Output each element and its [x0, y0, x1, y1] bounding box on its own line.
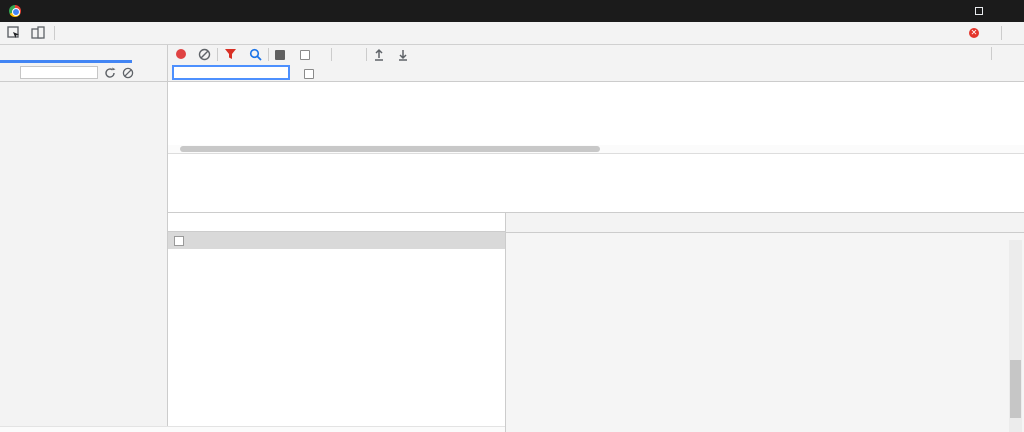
name-column-header[interactable]	[168, 213, 505, 232]
divider	[331, 48, 332, 61]
devtools-window: ✕	[0, 0, 1024, 432]
filter-bar	[168, 63, 1024, 82]
search-requests-icon[interactable]	[249, 48, 262, 61]
export-har-icon[interactable]	[397, 48, 409, 61]
toolbar-row-1	[0, 45, 1024, 63]
disable-cache-checkbox[interactable]	[300, 50, 310, 60]
clear-button[interactable]	[198, 48, 211, 61]
hide-data-urls-checkbox[interactable]	[304, 69, 314, 79]
error-icon: ✕	[969, 28, 979, 38]
inspect-element-icon[interactable]	[6, 25, 22, 41]
divider	[54, 26, 55, 40]
title-bar	[0, 0, 1024, 22]
filmstrip	[168, 82, 1024, 145]
chrome-logo-icon	[9, 5, 21, 17]
search-tools	[0, 63, 168, 82]
details-scrollbar[interactable]	[1009, 240, 1022, 432]
filter-button[interactable]	[224, 48, 237, 60]
details-tab-bar	[506, 213, 1024, 233]
preserve-log-checkbox[interactable]	[275, 50, 285, 60]
filmstrip-scrollbar[interactable]	[168, 145, 1024, 153]
scrollbar-thumb[interactable]	[180, 146, 600, 152]
network-toolbar	[168, 45, 1024, 63]
bottom-strip	[0, 426, 505, 432]
import-har-icon[interactable]	[373, 48, 385, 61]
request-details-panel	[505, 213, 1024, 432]
refresh-icon[interactable]	[104, 67, 116, 79]
close-button[interactable]	[994, 0, 1024, 22]
request-table	[168, 213, 505, 426]
restore-button[interactable]	[964, 0, 994, 22]
divider	[991, 47, 992, 60]
request-file-icon	[174, 236, 184, 246]
request-row-olytics[interactable]	[168, 232, 505, 249]
device-toolbar-icon[interactable]	[30, 25, 46, 41]
network-overview[interactable]	[168, 153, 1024, 213]
divider	[1001, 26, 1002, 40]
search-input[interactable]	[20, 66, 98, 79]
divider	[268, 48, 269, 61]
filter-input[interactable]	[172, 65, 290, 80]
toolbar-row-2	[0, 63, 1024, 82]
error-badge[interactable]: ✕	[969, 28, 982, 38]
divider	[366, 48, 367, 61]
clear-search-icon[interactable]	[122, 67, 134, 79]
scrollbar-thumb[interactable]	[1010, 360, 1021, 418]
search-results-panel	[0, 82, 168, 426]
minimize-button[interactable]	[934, 0, 964, 22]
divider	[217, 48, 218, 61]
restore-icon	[975, 7, 983, 15]
devtools-tab-bar: ✕	[0, 22, 1024, 45]
request-payload-header	[516, 233, 956, 245]
record-button[interactable]	[176, 49, 186, 59]
